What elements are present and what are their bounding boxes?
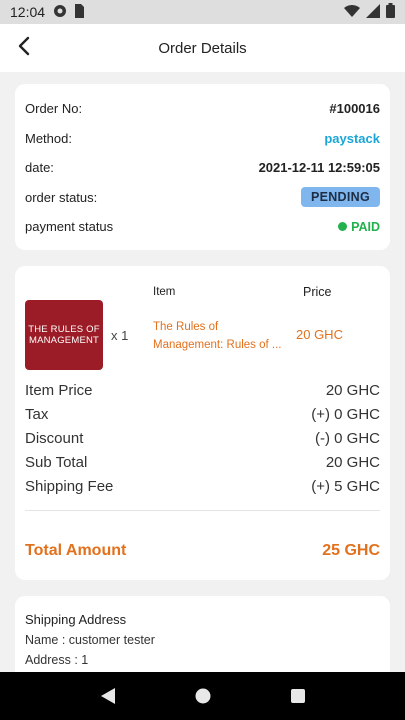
summary-value: 20 GHC	[325, 382, 380, 399]
back-button[interactable]	[12, 36, 36, 60]
order-date-value: 2021-12-11 12:59:05	[258, 160, 380, 176]
shipping-name: Name : customer tester	[25, 633, 155, 647]
product-cover-text: THE RULES OF MANAGEMENT	[28, 324, 100, 346]
back-arrow-icon	[17, 36, 31, 61]
order-number-label: Order No:	[25, 101, 83, 117]
app-bar: Order Details	[0, 24, 405, 72]
payment-method-value: paystack	[324, 130, 380, 146]
status-badge: PENDING	[300, 187, 380, 208]
shipping-address-line: Address : 1	[25, 653, 89, 667]
paid-dot-icon	[338, 222, 348, 232]
page-title: Order Details	[158, 39, 247, 57]
nav-recents-icon[interactable]	[288, 686, 308, 706]
product-quantity: x 1	[111, 328, 129, 343]
total-amount-value: 25 GHC	[322, 542, 380, 559]
order-items-card: Item Price THE RULES OF MANAGEMENT x 1 T…	[15, 266, 390, 580]
summary-discount: Discount (-) 0 GHC	[25, 430, 380, 447]
payment-status-label: payment status	[25, 219, 114, 235]
product-cover-image: THE RULES OF MANAGEMENT	[25, 300, 103, 370]
payment-method-label: Method:	[25, 130, 72, 146]
wifi-icon	[344, 4, 360, 21]
order-date-row: date: 2021-12-11 12:59:05	[25, 153, 380, 183]
item-column-header: Item	[153, 286, 176, 298]
summary-shipping-fee: Shipping Fee (+) 5 GHC	[25, 478, 380, 495]
nav-back-icon[interactable]	[98, 686, 118, 706]
order-status-row: order status: PENDING	[25, 183, 380, 213]
product-price: 20 GHC	[296, 327, 343, 342]
summary-sub-total: Sub Total 20 GHC	[25, 454, 380, 471]
signal-icon	[366, 3, 380, 21]
payment-status-badge: PAID	[338, 220, 380, 234]
summary-tax: Tax (+) 0 GHC	[25, 406, 380, 423]
payment-status-row: payment status PAID	[25, 212, 380, 242]
summary-item-price: Item Price 20 GHC	[25, 382, 380, 399]
battery-icon	[386, 3, 395, 21]
summary-divider	[25, 510, 380, 511]
summary-label: Discount	[25, 430, 84, 447]
system-nav-bar	[0, 672, 405, 720]
total-amount-label: Total Amount	[25, 542, 127, 559]
order-number-value: #100016	[329, 101, 380, 117]
order-date-label: date:	[25, 160, 54, 176]
shipping-address-heading: Shipping Address	[25, 612, 127, 627]
product-name[interactable]: The Rules of Management: Rules of ...	[153, 318, 285, 354]
order-number-row: Order No: #100016	[25, 94, 380, 124]
payment-status-value: PAID	[351, 219, 380, 234]
summary-label: Shipping Fee	[25, 478, 114, 495]
price-column-header: Price	[303, 285, 332, 299]
total-amount-row: Total Amount 25 GHC	[25, 542, 380, 560]
summary-value: (+) 5 GHC	[311, 478, 380, 495]
status-time: 12:04	[10, 4, 46, 20]
status-bar: 12:04	[0, 0, 405, 24]
summary-label: Sub Total	[25, 454, 88, 471]
summary-label: Item Price	[25, 382, 93, 399]
cloud-icon	[53, 4, 67, 21]
sim-card-icon	[73, 3, 85, 21]
payment-method-row: Method: paystack	[25, 124, 380, 154]
summary-value: (+) 0 GHC	[311, 406, 380, 423]
order-info-card: Order No: #100016 Method: paystack date:…	[15, 84, 390, 250]
nav-home-icon[interactable]	[193, 686, 213, 706]
order-status-label: order status:	[25, 189, 98, 205]
summary-value: 20 GHC	[325, 454, 380, 471]
summary-value: (-) 0 GHC	[315, 430, 380, 447]
summary-label: Tax	[25, 406, 49, 423]
